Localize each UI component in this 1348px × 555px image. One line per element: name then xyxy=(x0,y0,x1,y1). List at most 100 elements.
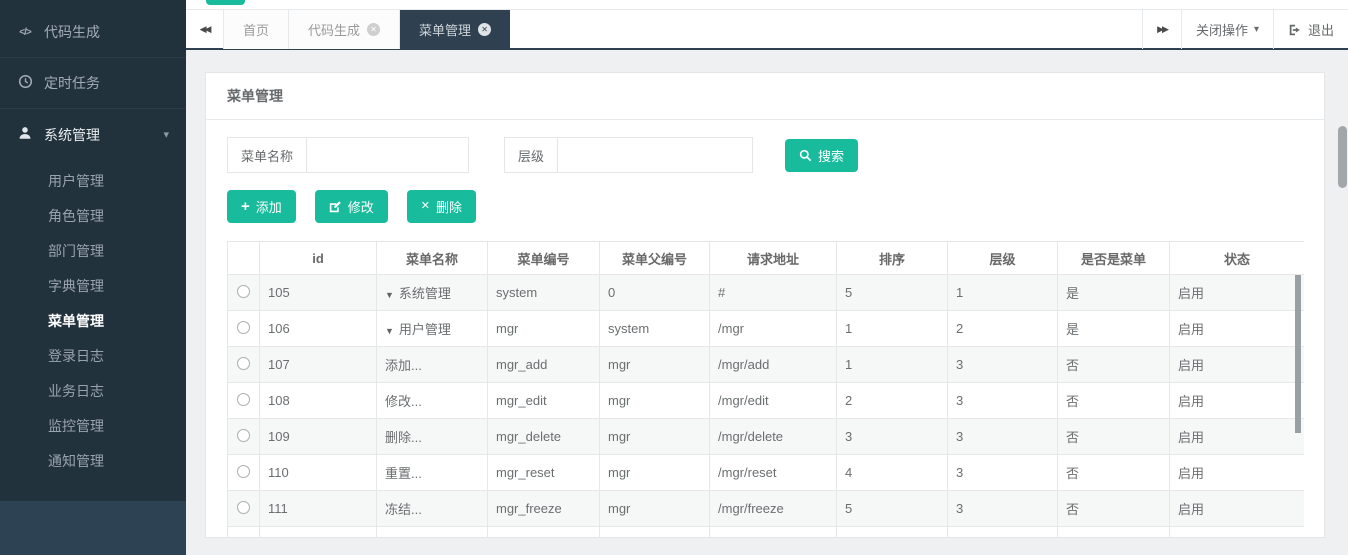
table-row[interactable]: 110 重置... mgr_reset mgr/mgr/reset 4 3 否启用 xyxy=(227,454,1304,491)
cell-menu-code: system xyxy=(487,274,600,311)
tab-code-generation[interactable]: 代码生成 ✕ xyxy=(289,10,401,49)
row-select-cell xyxy=(227,346,260,383)
tabs-scroll-right-button[interactable]: ▶▶ xyxy=(1142,10,1181,49)
table-row-partial xyxy=(227,526,1304,537)
level-input-group: 层级 xyxy=(504,137,754,173)
sidebar: </> 代码生成 定时任务 系统管理 ▾ 用户管理 角色管理 部门管理 字典管理 菜单管理 登录日志… xyxy=(0,0,186,555)
cell-menu-code: mgr_freeze xyxy=(487,490,600,527)
row-select-cell xyxy=(227,310,260,347)
sidebar-item-scheduled-tasks[interactable]: 定时任务 xyxy=(0,58,186,109)
cell-parent-code: mgr xyxy=(599,346,710,383)
cell-status: 启用 xyxy=(1169,490,1304,527)
page-scrollbar-thumb[interactable] xyxy=(1338,126,1347,188)
delete-button-label: 删除 xyxy=(436,200,463,215)
menu-name-input[interactable] xyxy=(306,137,470,173)
cell-status: 启用 xyxy=(1169,274,1304,311)
sidebar-item-menu-management[interactable]: 菜单管理 xyxy=(0,304,186,339)
cell-is-menu: 是 xyxy=(1057,274,1170,311)
row-radio-button[interactable] xyxy=(237,320,250,334)
cell-request-url: /mgr/freeze xyxy=(709,490,837,527)
cell-parent-code: mgr xyxy=(599,490,710,527)
cell-level: 3 xyxy=(947,490,1058,527)
sidebar-item-code-generation[interactable]: </> 代码生成 xyxy=(0,7,186,58)
cell-id: 105 xyxy=(259,274,377,311)
tree-expand-icon[interactable]: ▼ xyxy=(385,290,394,300)
table-scrollbar-thumb[interactable] xyxy=(1295,275,1301,433)
row-radio-button[interactable] xyxy=(237,500,250,514)
search-button[interactable]: 搜索 xyxy=(785,138,859,172)
tab-label: 首页 xyxy=(243,23,270,38)
sidebar-item-department-management[interactable]: 部门管理 xyxy=(0,234,186,269)
cell-level: 3 xyxy=(947,382,1058,419)
table-row[interactable]: 105 ▼ 系统管理 system 0 #5 1 是启用 xyxy=(227,274,1304,311)
table-row[interactable]: 108 修改... mgr_edit mgr/mgr/edit 2 3 否启用 xyxy=(227,382,1304,419)
cell-parent-code: mgr xyxy=(599,382,710,419)
cell-status: 启用 xyxy=(1169,454,1304,491)
table-row[interactable]: 111 冻结... mgr_freeze mgr/mgr/freeze 5 3 否启用 xyxy=(227,490,1304,527)
edit-button[interactable]: 修改 xyxy=(314,190,388,223)
menu-name-text: 重置... xyxy=(385,466,422,481)
sidebar-toggle-pill[interactable] xyxy=(206,0,245,5)
cell-menu-name: 添加... xyxy=(376,346,488,383)
table-row[interactable]: 107 添加... mgr_add mgr/mgr/add 1 3 否启用 xyxy=(227,346,1304,383)
column-header: id xyxy=(259,241,377,275)
menu-name-input-group: 菜单名称 xyxy=(227,137,470,173)
cell-request-url: /mgr/reset xyxy=(709,454,837,491)
chevron-down-icon: ▾ xyxy=(163,129,169,141)
delete-button[interactable]: ✕ 删除 xyxy=(406,190,477,223)
tabs: 首页 代码生成 ✕ 菜单管理 ✕ xyxy=(223,10,511,49)
sidebar-item-notification-management[interactable]: 通知管理 xyxy=(0,444,186,479)
cell-id: 107 xyxy=(259,346,377,383)
cell-parent-code: 0 xyxy=(599,274,710,311)
tabs-scroll-left-button[interactable]: ◀◀ xyxy=(186,10,223,49)
table-row[interactable]: 106 ▼ 用户管理 mgr system/mgr 1 2 是启用 xyxy=(227,310,1304,347)
empty-cell xyxy=(376,526,488,537)
cell-is-menu: 否 xyxy=(1057,346,1170,383)
sidebar-item-system-management[interactable]: 系统管理 ▾ xyxy=(0,109,186,160)
sidebar-item-business-logs[interactable]: 业务日志 xyxy=(0,374,186,409)
sidebar-item-monitoring-management[interactable]: 监控管理 xyxy=(0,409,186,444)
sidebar-submenu: 用户管理 角色管理 部门管理 字典管理 菜单管理 登录日志 业务日志 监控管理 通知管理 xyxy=(0,164,186,479)
sign-out-icon xyxy=(1288,23,1302,37)
cell-menu-code: mgr xyxy=(487,310,600,347)
tab-home[interactable]: 首页 xyxy=(223,10,290,49)
cell-is-menu: 否 xyxy=(1057,418,1170,455)
column-header: 菜单名称 xyxy=(376,241,488,275)
tab-close-icon[interactable]: ✕ xyxy=(367,23,381,36)
tab-menu-management[interactable]: 菜单管理 ✕ xyxy=(400,10,511,49)
double-left-arrow-icon: ◀◀ xyxy=(199,24,212,34)
cell-is-menu: 否 xyxy=(1057,490,1170,527)
cell-status: 启用 xyxy=(1169,382,1304,419)
add-button[interactable]: + 添加 xyxy=(227,190,296,223)
x-icon: ✕ xyxy=(420,200,431,212)
cell-parent-code: mgr xyxy=(599,418,710,455)
cell-order: 1 xyxy=(836,310,948,347)
row-radio-button[interactable] xyxy=(237,284,250,298)
table-header-row: id 菜单名称 菜单编号 菜单父编号 请求地址 排序 层级 是否是菜单 状态 xyxy=(227,241,1304,275)
action-row: + 添加 修改 ✕ 删除 xyxy=(227,190,1303,223)
close-operations-dropdown[interactable]: 关闭操作 ▾ xyxy=(1180,10,1273,49)
sidebar-item-role-management[interactable]: 角色管理 xyxy=(0,199,186,234)
user-icon xyxy=(18,126,32,143)
close-operations-label: 关闭操作 xyxy=(1195,23,1248,38)
menu-name-text: 添加... xyxy=(385,358,422,373)
tree-expand-icon[interactable]: ▼ xyxy=(385,326,394,336)
search-icon xyxy=(799,149,812,162)
level-input[interactable] xyxy=(557,137,754,173)
column-header xyxy=(227,241,260,275)
cell-request-url: # xyxy=(709,274,837,311)
row-radio-button[interactable] xyxy=(237,356,250,370)
sidebar-item-user-management[interactable]: 用户管理 xyxy=(0,164,186,199)
sidebar-item-login-logs[interactable]: 登录日志 xyxy=(0,339,186,374)
row-radio-button[interactable] xyxy=(237,392,250,406)
row-radio-button[interactable] xyxy=(237,428,250,442)
cell-parent-code: mgr xyxy=(599,454,710,491)
logout-button[interactable]: 退出 xyxy=(1272,10,1348,49)
tab-label: 代码生成 xyxy=(308,23,361,38)
row-radio-button[interactable] xyxy=(237,464,250,478)
menu-name-text: 冻结... xyxy=(385,502,422,517)
tab-close-icon[interactable]: ✕ xyxy=(478,23,492,36)
table-row[interactable]: 109 删除... mgr_delete mgr/mgr/delete 3 3 否启用 xyxy=(227,418,1304,455)
sidebar-item-dictionary-management[interactable]: 字典管理 xyxy=(0,269,186,304)
cell-request-url: /mgr/delete xyxy=(709,418,837,455)
